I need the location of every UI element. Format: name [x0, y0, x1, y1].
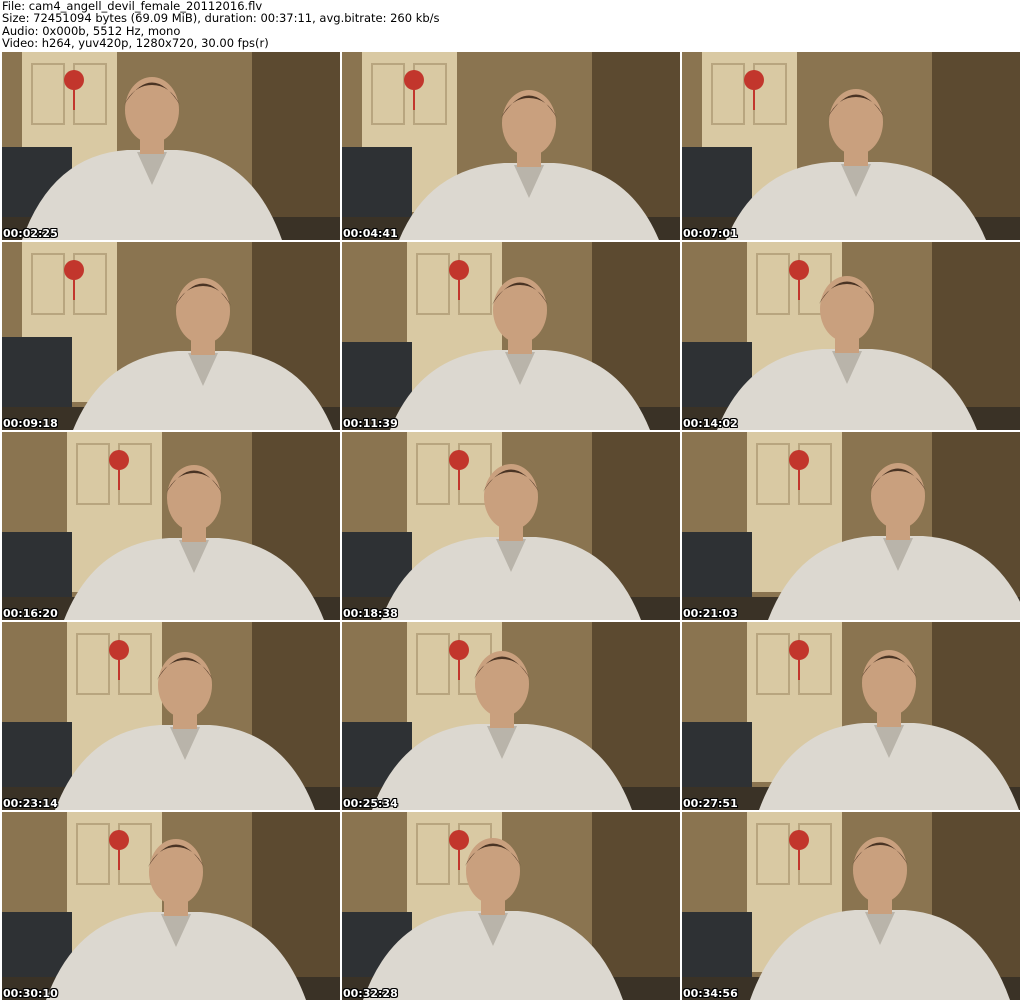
timestamp-label: 00:23:14: [3, 797, 58, 810]
frame-image: [2, 242, 340, 430]
timestamp-label: 00:32:28: [343, 987, 398, 1000]
timestamp-label: 00:18:38: [343, 607, 398, 620]
timestamp-label: 00:07:01: [683, 227, 738, 240]
timestamp-label: 00:04:41: [343, 227, 398, 240]
timestamp-label: 00:16:20: [3, 607, 58, 620]
video-thumbnail: 00:02:25: [2, 52, 340, 240]
file-info-header: File: cam4_angell_devil_female_20112016.…: [0, 0, 1024, 52]
video-thumbnail: 00:23:14: [2, 622, 340, 810]
video-thumbnail: 00:21:03: [682, 432, 1020, 620]
video-info-line: Video: h264, yuv420p, 1280x720, 30.00 fp…: [2, 36, 269, 51]
frame-image: [342, 432, 680, 620]
video-thumbnail: 00:16:20: [2, 432, 340, 620]
video-thumbnail: 00:18:38: [342, 432, 680, 620]
timestamp-label: 00:11:39: [343, 417, 398, 430]
video-thumbnail: 00:14:02: [682, 242, 1020, 430]
video-thumbnail: 00:25:34: [342, 622, 680, 810]
video-thumbnail: 00:09:18: [2, 242, 340, 430]
frame-image: [342, 622, 680, 810]
frame-image: [2, 812, 340, 1000]
timestamp-label: 00:25:34: [343, 797, 398, 810]
video-thumbnail: 00:27:51: [682, 622, 1020, 810]
timestamp-label: 00:27:51: [683, 797, 738, 810]
timestamp-label: 00:21:03: [683, 607, 738, 620]
frame-image: [682, 622, 1020, 810]
timestamp-label: 00:02:25: [3, 227, 58, 240]
frame-image: [342, 242, 680, 430]
video-thumbnail: 00:34:56: [682, 812, 1020, 1000]
frame-image: [2, 432, 340, 620]
frame-image: [342, 812, 680, 1000]
video-thumbnail: 00:04:41: [342, 52, 680, 240]
video-thumbnail: 00:32:28: [342, 812, 680, 1000]
frame-image: [682, 242, 1020, 430]
video-thumbnail: 00:11:39: [342, 242, 680, 430]
timestamp-label: 00:34:56: [683, 987, 738, 1000]
frame-image: [342, 52, 680, 240]
frame-image: [2, 622, 340, 810]
frame-image: [2, 52, 340, 240]
frame-image: [682, 432, 1020, 620]
timestamp-label: 00:14:02: [683, 417, 738, 430]
timestamp-label: 00:09:18: [3, 417, 58, 430]
file-size-line: Size: 72451094 bytes (69.09 MiB), durati…: [2, 11, 440, 26]
frame-image: [682, 52, 1020, 240]
thumbnail-grid: 00:02:25 00:04:41 00:07:01 00:09:18 00:11:39…: [2, 52, 1022, 1000]
video-thumbnail: 00:07:01: [682, 52, 1020, 240]
video-thumbnail: 00:30:10: [2, 812, 340, 1000]
timestamp-label: 00:30:10: [3, 987, 58, 1000]
frame-image: [682, 812, 1020, 1000]
